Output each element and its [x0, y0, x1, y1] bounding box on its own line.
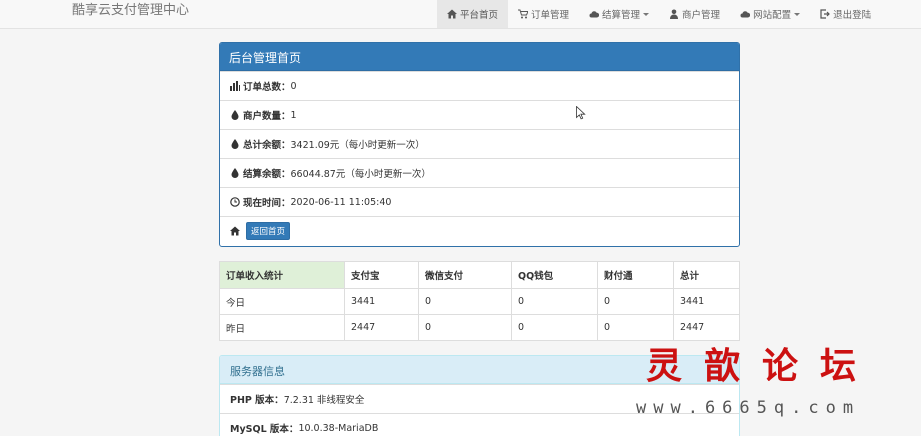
php-version-value: 7.2.31 非线程安全 — [283, 395, 365, 406]
dashboard-title: 后台管理首页 — [220, 43, 739, 71]
table-cell: 3441 — [673, 288, 740, 315]
mouse-cursor-icon — [576, 106, 586, 120]
settle-balance-value: 66044.87元（每小时更新一次） — [290, 169, 431, 180]
tint-icon — [231, 110, 239, 120]
mysql-version-label: MySQL 版本： — [230, 424, 299, 435]
order-total-label: 订单总数： — [243, 82, 291, 93]
home-icon — [230, 226, 240, 236]
tint-icon — [231, 139, 239, 149]
current-time-value: 2020-06-11 11:05:40 — [290, 196, 392, 208]
nav-site-config[interactable]: 网站配置 — [730, 0, 810, 28]
table-cell: 0 — [418, 314, 512, 341]
nav-orders[interactable]: 订单管理 — [508, 0, 579, 28]
nav-home[interactable]: 平台首页 — [437, 0, 509, 28]
nav-settlement[interactable]: 结算管理 — [579, 0, 659, 28]
table-cell: 0 — [511, 288, 598, 315]
tint-icon — [231, 168, 239, 178]
table-header-cell: 微信支付 — [418, 261, 512, 289]
cloud-icon — [589, 11, 600, 18]
nav-merchants-label: 商户管理 — [682, 10, 721, 21]
nav-merchants[interactable]: 商户管理 — [659, 0, 730, 28]
total-balance-label: 总计余额： — [243, 140, 291, 151]
php-version-label: PHP 版本： — [230, 395, 284, 406]
back-row: 返回首页 — [220, 216, 739, 245]
total-balance-value: 3421.09元（每小时更新一次） — [290, 140, 425, 151]
table-cell: 昨日 — [219, 314, 345, 341]
cloud-icon — [740, 11, 751, 18]
logout-icon — [820, 9, 830, 19]
table-cell: 0 — [597, 314, 674, 341]
dashboard-panel: 后台管理首页 订单总数： 0 商户数量： 1 总计余额： 3421.09元（每小… — [219, 42, 740, 247]
table-cell: 0 — [597, 288, 674, 315]
total-balance-row: 总计余额： 3421.09元（每小时更新一次） — [220, 129, 739, 158]
main-nav: 平台首页 订单管理 结算管理 商户管理 网站配置 退出登陆 — [437, 0, 881, 28]
nav-site-config-label: 网站配置 — [753, 10, 792, 21]
user-icon — [670, 9, 679, 19]
table-row: 今日 3441 0 0 0 3441 — [219, 288, 740, 315]
bar-chart-icon — [230, 81, 240, 91]
watermark-title: 灵歆论坛 — [646, 345, 879, 387]
merchant-count-value: 1 — [290, 109, 297, 121]
cart-icon — [518, 9, 529, 19]
settle-balance-row: 结算余额： 66044.87元（每小时更新一次） — [220, 158, 739, 187]
nav-home-label: 平台首页 — [460, 10, 499, 21]
nav-logout-label: 退出登陆 — [833, 10, 872, 21]
settle-balance-label: 结算余额： — [243, 169, 291, 180]
home-icon — [447, 9, 457, 19]
brand-title[interactable]: 酷享云支付管理中心 — [72, 3, 189, 19]
table-row: 昨日 2447 0 0 0 2447 — [219, 314, 740, 341]
top-navbar: 酷享云支付管理中心 平台首页 订单管理 结算管理 商户管理 网站配置 退出登陆 — [0, 0, 921, 29]
order-total-value: 0 — [290, 80, 297, 92]
table-cell: 2447 — [344, 314, 419, 341]
table-header-cell: 财付通 — [597, 261, 674, 289]
chevron-down-icon — [794, 12, 801, 16]
table-header-cell: 支付宝 — [344, 261, 419, 289]
nav-logout[interactable]: 退出登陆 — [810, 0, 881, 28]
table-header-cell: 订单收入统计 — [219, 261, 345, 289]
order-total-row: 订单总数： 0 — [220, 71, 739, 100]
nav-settlement-label: 结算管理 — [602, 10, 641, 21]
table-header-row: 订单收入统计 支付宝 微信支付 QQ钱包 财付通 总计 — [219, 261, 740, 289]
table-cell: 2447 — [673, 314, 740, 341]
merchant-count-label: 商户数量： — [243, 111, 291, 122]
table-cell: 今日 — [219, 288, 345, 315]
mysql-version-value: 10.0.38-MariaDB — [298, 422, 379, 434]
table-cell: 0 — [511, 314, 598, 341]
table-cell: 0 — [418, 288, 512, 315]
watermark-url: www.6665q.com — [636, 398, 861, 418]
chevron-down-icon — [643, 12, 650, 16]
current-time-row: 现在时间： 2020-06-11 11:05:40 — [220, 187, 739, 216]
nav-orders-label: 订单管理 — [531, 10, 570, 21]
clock-icon — [230, 197, 240, 207]
watermark: 灵歆论坛 www.6665q.com — [630, 340, 921, 436]
table-header-cell: QQ钱包 — [511, 261, 598, 289]
table-header-cell: 总计 — [673, 261, 740, 289]
table-cell: 3441 — [344, 288, 419, 315]
back-home-button[interactable]: 返回首页 — [246, 222, 291, 240]
merchant-count-row: 商户数量： 1 — [220, 100, 739, 129]
current-time-label: 现在时间： — [243, 198, 291, 209]
income-stats-table: 订单收入统计 支付宝 微信支付 QQ钱包 财付通 总计 今日 3441 0 0 … — [219, 261, 740, 341]
